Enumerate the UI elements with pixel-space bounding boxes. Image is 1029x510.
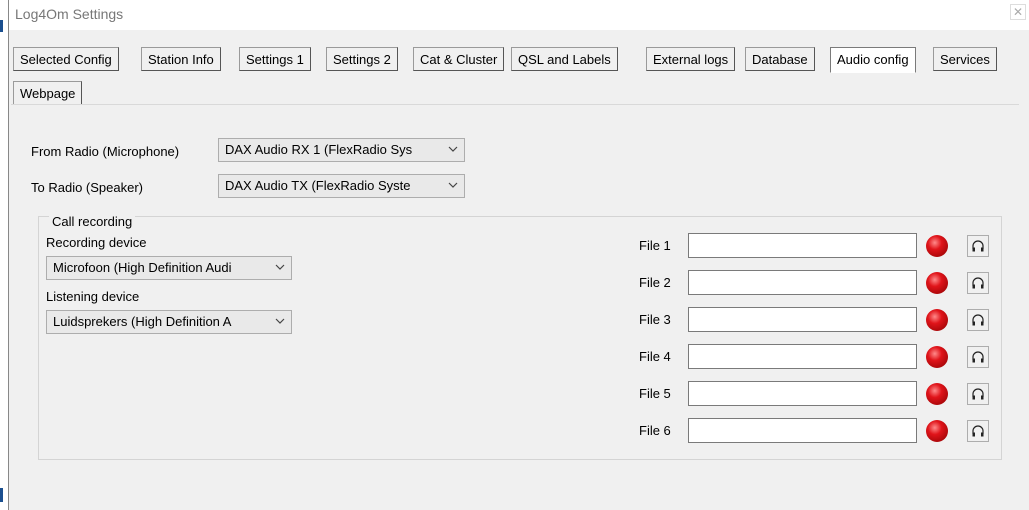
tab-audio-config[interactable]: Audio config	[830, 47, 916, 73]
to-radio-value: DAX Audio TX (FlexRadio Syste	[225, 178, 411, 193]
file-5-label: File 5	[639, 386, 671, 401]
file-1-input[interactable]	[688, 233, 917, 258]
play-file-3-button[interactable]	[967, 309, 989, 331]
headphones-icon	[972, 314, 984, 326]
file-5-input[interactable]	[688, 381, 917, 406]
file-6-label: File 6	[639, 423, 671, 438]
listening-device-select[interactable]: Luidsprekers (High Definition A	[46, 310, 292, 334]
recording-device-select[interactable]: Microfoon (High Definition Audi	[46, 256, 292, 280]
tab-qsl-labels[interactable]: QSL and Labels	[511, 47, 618, 71]
record-icon[interactable]	[926, 420, 948, 442]
to-radio-select[interactable]: DAX Audio TX (FlexRadio Syste	[218, 174, 465, 198]
recording-device-label: Recording device	[46, 235, 147, 250]
chevron-down-icon	[275, 264, 285, 270]
call-recording-legend: Call recording	[49, 214, 136, 229]
chevron-down-icon	[275, 318, 285, 324]
tab-settings-2[interactable]: Settings 2	[326, 47, 398, 71]
record-icon[interactable]	[926, 235, 948, 257]
file-3-label: File 3	[639, 312, 671, 327]
window-title: Log4Om Settings	[15, 6, 124, 22]
tab-station-info[interactable]: Station Info	[141, 47, 221, 71]
tab-external-logs[interactable]: External logs	[646, 47, 736, 71]
tab-services[interactable]: Services	[933, 47, 997, 71]
play-file-4-button[interactable]	[967, 346, 989, 368]
play-file-5-button[interactable]	[967, 383, 989, 405]
tab-settings-1[interactable]: Settings 1	[239, 47, 311, 71]
file-2-label: File 2	[639, 275, 671, 290]
record-icon[interactable]	[926, 309, 948, 331]
play-file-1-button[interactable]	[967, 235, 989, 257]
file-6-input[interactable]	[688, 418, 917, 443]
settings-window: Log4Om Settings ✕ Selected Config Statio…	[8, 0, 1029, 510]
record-icon[interactable]	[926, 346, 948, 368]
tab-webpage[interactable]: Webpage	[13, 81, 83, 105]
chevron-down-icon	[448, 182, 458, 188]
play-file-2-button[interactable]	[967, 272, 989, 294]
file-4-label: File 4	[639, 349, 671, 364]
headphones-icon	[972, 351, 984, 363]
listening-device-value: Luidsprekers (High Definition A	[53, 314, 232, 329]
listening-device-label: Listening device	[46, 289, 140, 304]
close-icon[interactable]: ✕	[1010, 4, 1026, 20]
play-file-6-button[interactable]	[967, 420, 989, 442]
headphones-icon	[972, 277, 984, 289]
tab-cat-cluster[interactable]: Cat & Cluster	[413, 47, 505, 71]
tab-selected-config[interactable]: Selected Config	[13, 47, 119, 71]
file-4-input[interactable]	[688, 344, 917, 369]
file-2-input[interactable]	[688, 270, 917, 295]
record-icon[interactable]	[926, 383, 948, 405]
background-window-edge	[0, 20, 3, 32]
from-radio-select[interactable]: DAX Audio RX 1 (FlexRadio Sys	[218, 138, 465, 162]
title-bar: Log4Om Settings ✕	[9, 0, 1029, 30]
record-icon[interactable]	[926, 272, 948, 294]
headphones-icon	[972, 425, 984, 437]
headphones-icon	[972, 240, 984, 252]
chevron-down-icon	[448, 146, 458, 152]
file-1-label: File 1	[639, 238, 671, 253]
from-radio-label: From Radio (Microphone)	[31, 144, 180, 159]
background-window-edge	[0, 488, 3, 502]
to-radio-label: To Radio (Speaker)	[31, 180, 143, 195]
recording-device-value: Microfoon (High Definition Audi	[53, 260, 232, 275]
headphones-icon	[972, 388, 984, 400]
tab-database[interactable]: Database	[745, 47, 815, 71]
file-3-input[interactable]	[688, 307, 917, 332]
from-radio-value: DAX Audio RX 1 (FlexRadio Sys	[225, 142, 413, 157]
